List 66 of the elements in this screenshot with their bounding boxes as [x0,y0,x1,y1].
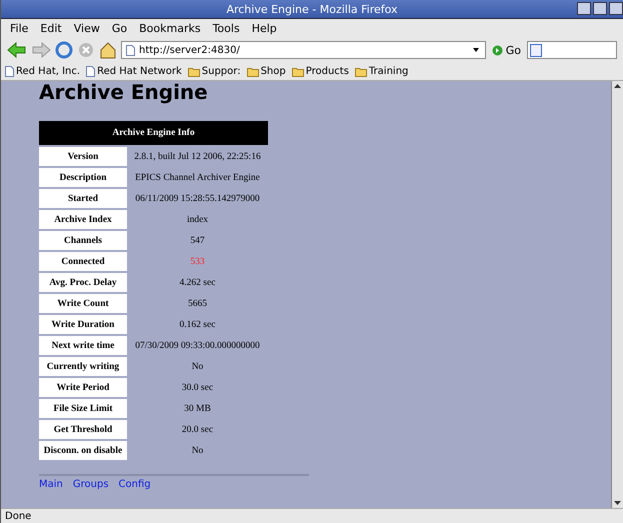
bookmark-link[interactable]: Red Hat, Inc. [5,66,80,77]
folder-icon [292,66,304,76]
row-value: EPICS Channel Archiver Engine [134,172,261,184]
scrollbar[interactable] [611,81,623,508]
search-engine-icon [530,44,542,56]
row-label: Next write time [39,336,127,355]
folder-icon [188,66,200,76]
row-value: 30.0 sec [180,382,214,394]
row-value: 0.162 sec [178,318,216,332]
menu-item[interactable]: Go [106,22,132,34]
row-value: No [190,444,204,458]
nav-link[interactable]: Main [39,479,63,490]
go-button[interactable]: Go [490,44,523,56]
row-value: 07/30/2009 09:33:00.000000000 [134,340,261,352]
row-label: Description [39,168,127,187]
folder-icon [354,66,367,76]
row-label: Version [39,147,127,166]
folder-icon [246,66,259,76]
row-value: 4.262 sec [178,276,216,290]
page-icon [126,44,135,56]
row-label: Disconn. on disable [39,441,127,460]
row-value: 30 MB [183,402,212,416]
bookmark-link[interactable]: Red Hat Network [86,66,182,77]
row-value: 2.8.1, built Jul 12 2006, 22:25:16 [133,150,262,164]
menu-item[interactable]: Tools [208,22,245,34]
row-label: Connected [39,252,127,271]
bookmark-link[interactable]: Training [354,66,408,77]
back-arrow-icon[interactable] [7,41,27,59]
page-icon [5,66,14,77]
reload-icon[interactable] [55,41,73,59]
menu-item[interactable]: File [5,22,34,34]
page-icon [86,66,96,77]
bookmark-link[interactable]: Products [292,66,349,77]
nav-link[interactable]: Config [118,479,151,490]
row-label: File Size Limit [39,399,127,418]
menu-item[interactable]: Bookmarks [134,22,206,34]
row-label: Archive Index [39,210,127,229]
row-value: index [186,214,210,226]
row-value: 06/11/2009 15:28:55.142979000 [134,192,261,206]
table-title: Archive Engine Info [39,121,268,145]
bookmark-link[interactable]: Suppor: [188,66,241,77]
play-icon [492,44,503,56]
bookmark-link[interactable]: Shop [246,66,286,77]
row-label: Get Threshold [39,420,127,439]
search-field[interactable] [527,41,617,59]
row-value: No [190,360,204,374]
menu-item[interactable]: Help [246,22,282,34]
row-value: 547 [189,234,206,248]
row-label: Write Count [39,294,127,313]
window-title: Archive Engine - Mozilla Firefox [226,2,398,16]
status-text: Done [5,510,32,522]
address-field[interactable]: http://server2:4830/ [121,41,486,59]
row-label: Write Duration [39,315,127,334]
page-heading: Archive Engine [39,81,209,103]
row-label: Currently writing [39,357,127,376]
row-label: Avg. Proc. Delay [39,273,127,292]
row-label: Started [39,189,127,208]
row-value: 533 [189,256,206,268]
menu-item[interactable]: View [68,22,105,34]
row-label: Write Period [39,378,127,397]
row-value: 5665 [187,298,208,310]
home-icon[interactable] [99,41,117,59]
row-value: 20.0 sec [180,424,214,436]
menu-item[interactable]: Edit [35,22,67,34]
row-label: Channels [39,231,127,250]
nav-link[interactable]: Groups [72,479,109,490]
